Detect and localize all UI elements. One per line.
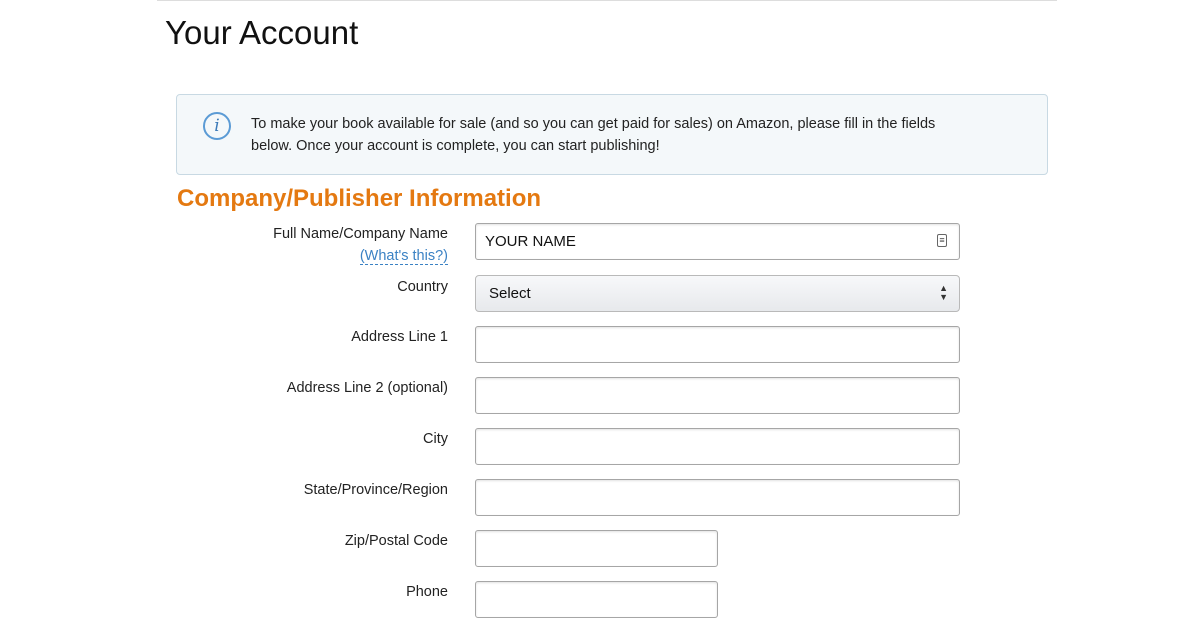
address-line-2-input[interactable] [475,377,960,414]
info-notice-text: To make your book available for sale (an… [251,113,1031,157]
country-selected-value: Select [489,285,531,302]
state-label: State/Province/Region [303,482,448,498]
whats-this-link[interactable]: (What's this?) [359,248,448,265]
full-name-input[interactable]: YOUR NAME ≡ [475,223,960,260]
full-name-label: Full Name/Company Name [273,226,448,242]
section-heading: Company/Publisher Information [177,185,542,212]
city-input[interactable] [475,428,960,465]
address-line-1-label: Address Line 1 [351,329,448,345]
info-notice: i To make your book available for sale (… [176,94,1048,175]
phone-input[interactable] [475,581,718,618]
address-line-1-input[interactable] [475,326,960,363]
state-input[interactable] [475,479,960,516]
select-arrows-icon: ▲ ▼ [939,283,948,302]
zip-label: Zip/Postal Code [344,533,448,549]
country-label: Country [397,279,448,295]
full-name-value: YOUR NAME [485,233,576,250]
contact-card-icon[interactable]: ≡ [937,234,947,247]
info-notice-line-2: below. Once your account is complete, yo… [251,138,660,154]
top-divider [157,0,1057,1]
city-label: City [423,431,448,447]
phone-label: Phone [406,584,448,600]
address-line-2-label: Address Line 2 (optional) [286,380,448,396]
info-notice-line-1: To make your book available for sale (an… [251,116,936,132]
info-icon: i [203,112,231,140]
zip-input[interactable] [475,530,718,567]
page-title: Your Account [165,14,359,51]
country-select[interactable]: Select ▲ ▼ [475,275,960,312]
